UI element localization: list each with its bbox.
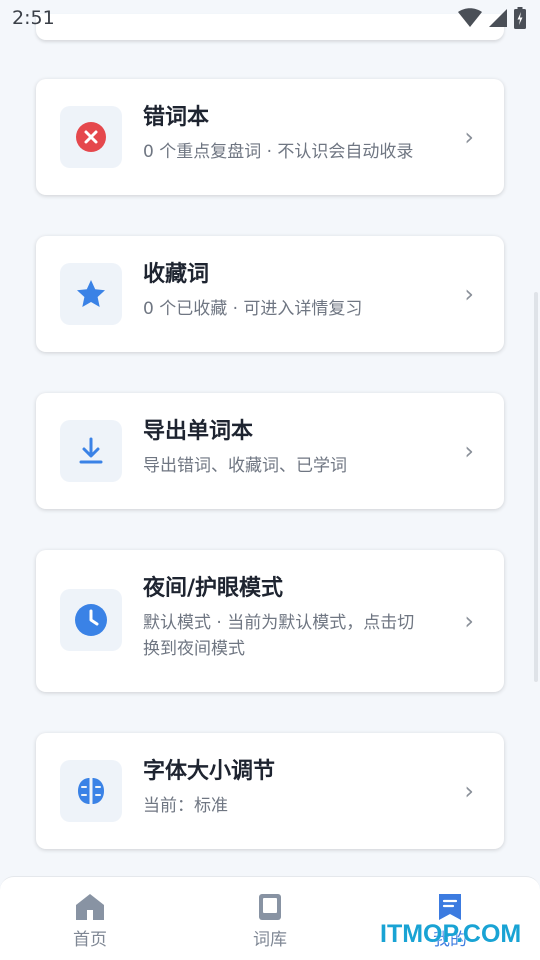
card-subtitle: 导出错词、收藏词、已学词 (143, 456, 347, 476)
card-subtitle: 0 个重点复盘词 · 不认识会自动收录 (143, 142, 414, 162)
chevron-right-icon: › (464, 280, 474, 308)
download-icon (79, 437, 103, 464)
font-size-card[interactable]: 字体大小调节 当前：标准 › (36, 733, 504, 849)
card-subtitle-line: 换到夜间模式 (143, 639, 245, 659)
brain-icon (78, 778, 104, 804)
night-mode-icon-box (60, 589, 122, 651)
book-icon (259, 894, 281, 920)
clock-icon (75, 604, 107, 636)
wrong-words-icon-box (60, 106, 122, 168)
card-title: 收藏词 (143, 262, 210, 287)
battery-icon (514, 7, 526, 29)
signal-icon (489, 9, 507, 27)
tab-home[interactable]: 首页 (0, 877, 180, 960)
font-size-icon-box (60, 760, 122, 822)
favorites-icon-box (60, 263, 122, 325)
status-icons (458, 7, 526, 29)
card-subtitle: 0 个已收藏 · 可进入详情复习 (143, 299, 363, 319)
favorites-card[interactable]: 收藏词 0 个已收藏 · 可进入详情复习 › (36, 236, 504, 352)
tab-library[interactable]: 词库 (180, 877, 360, 960)
card-subtitle: 当前：标准 (143, 796, 228, 816)
card-subtitle: 默认模式 · 当前为默认模式，点击切 换到夜间模式 (143, 610, 448, 663)
star-icon (77, 280, 105, 307)
card-title: 导出单词本 (143, 419, 254, 444)
home-icon (76, 894, 104, 920)
export-wordbook-card[interactable]: 导出单词本 导出错词、收藏词、已学词 › (36, 393, 504, 509)
tab-label: 词库 (253, 930, 287, 950)
chevron-right-icon: › (464, 437, 474, 465)
scrollbar[interactable] (534, 292, 538, 682)
chevron-right-icon: › (464, 777, 474, 805)
export-icon-box (60, 420, 122, 482)
chevron-right-icon: › (464, 607, 474, 635)
content-area: 错词本 0 个重点复盘词 · 不认识会自动收录 › 收藏词 0 个已收藏 · 可… (0, 0, 540, 878)
watermark: ITMOP.COM (380, 920, 522, 948)
tab-label: 首页 (73, 930, 107, 950)
status-time: 2:51 (12, 7, 55, 29)
wrong-words-card[interactable]: 错词本 0 个重点复盘词 · 不认识会自动收录 › (36, 79, 504, 195)
card-title: 夜间/护眼模式 (143, 576, 284, 601)
card-title: 字体大小调节 (143, 759, 276, 784)
chevron-right-icon: › (464, 123, 474, 151)
card-subtitle-line: 默认模式 · 当前为默认模式，点击切 (143, 613, 415, 633)
status-bar: 2:51 (0, 0, 540, 36)
card-title: 错词本 (143, 105, 210, 130)
night-mode-card[interactable]: 夜间/护眼模式 默认模式 · 当前为默认模式，点击切 换到夜间模式 › (36, 550, 504, 692)
wifi-icon (458, 8, 482, 27)
bookmark-icon (439, 894, 461, 920)
error-x-icon (76, 122, 106, 152)
